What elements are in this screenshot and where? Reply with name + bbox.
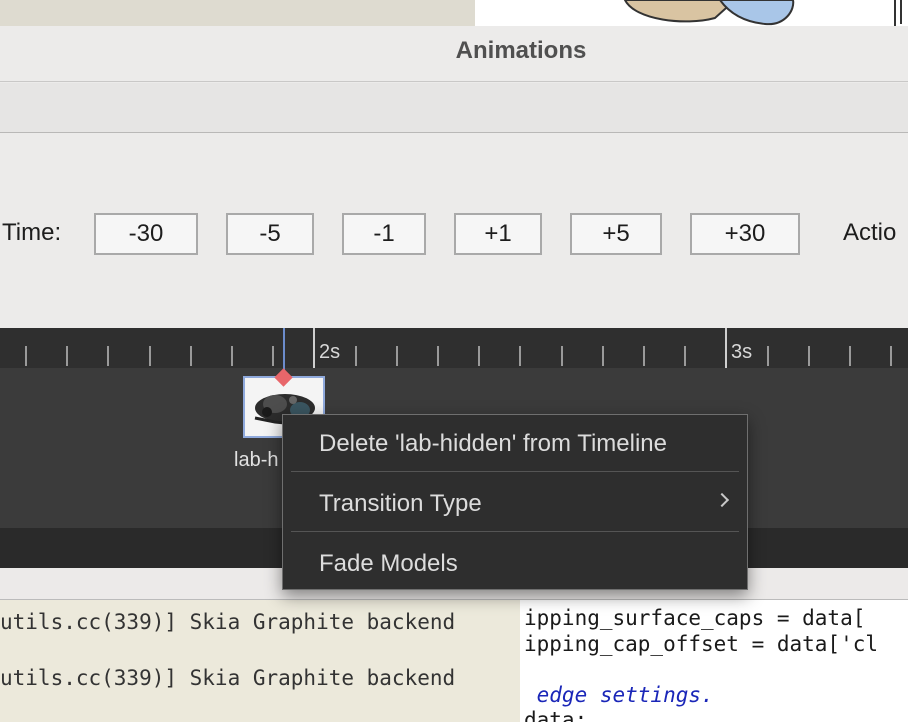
second-label: 2s: [319, 341, 341, 363]
minor-tick: [643, 346, 645, 366]
menu-item-delete-from-timeline[interactable]: Delete 'lab-hidden' from Timeline: [319, 430, 667, 458]
code-line: ipping_cap_offset = data['cl: [524, 632, 879, 656]
minor-tick: [849, 346, 851, 366]
minor-tick: [25, 346, 27, 366]
timeline-ruler[interactable]: 2s 3s: [0, 328, 908, 368]
minor-tick: [190, 346, 192, 366]
minor-tick: [272, 346, 274, 366]
time-plus-1-button[interactable]: +1: [454, 213, 542, 255]
log-line: utils.cc(339)] Skia Graphite backend: [0, 610, 456, 634]
log-line: utils.cc(339)] Skia Graphite backend: [0, 666, 456, 690]
minor-tick: [890, 346, 892, 366]
context-menu: Delete 'lab-hidden' from Timeline Transi…: [282, 414, 748, 590]
minor-tick: [684, 346, 686, 366]
minor-tick: [767, 346, 769, 366]
major-tick: [725, 328, 727, 368]
minor-tick: [149, 346, 151, 366]
code-editor-window: ipping_surface_caps = data[ ipping_cap_o…: [520, 600, 908, 722]
log-window: utils.cc(339)] Skia Graphite backend uti…: [0, 600, 520, 722]
second-label: 3s: [731, 341, 753, 363]
menu-separator: [291, 531, 739, 532]
time-plus-5-button[interactable]: +5: [570, 213, 662, 255]
time-minus-5-button[interactable]: -5: [226, 213, 314, 255]
minor-tick: [66, 346, 68, 366]
background-viewer-window: [475, 0, 908, 28]
minor-tick: [231, 346, 233, 366]
window-title: Animations: [455, 37, 587, 64]
background-window-left: [0, 0, 475, 28]
menu-item-transition-type[interactable]: Transition Type: [319, 490, 482, 518]
minor-tick: [107, 346, 109, 366]
title-bar[interactable]: Animations: [0, 26, 908, 82]
code-comment: edge settings.: [524, 683, 714, 707]
major-tick: [313, 328, 315, 368]
menu-separator: [291, 471, 739, 472]
minor-tick: [808, 346, 810, 366]
clip-label: lab-h: [234, 449, 279, 471]
toolbar: [0, 83, 908, 133]
molecule-graphic: [623, 0, 902, 26]
minor-tick: [561, 346, 563, 366]
time-minus-1-button[interactable]: -1: [342, 213, 426, 255]
minor-tick: [519, 346, 521, 366]
code-line: ipping_surface_caps = data[: [524, 606, 866, 630]
code-line: data:: [524, 708, 588, 722]
minor-tick: [355, 346, 357, 366]
time-plus-30-button[interactable]: +30: [690, 213, 800, 255]
minor-tick: [437, 346, 439, 366]
time-label: Time:: [2, 219, 62, 246]
chevron-right-icon: [714, 492, 730, 508]
time-minus-30-button[interactable]: -30: [94, 213, 198, 255]
minor-tick: [478, 346, 480, 366]
minor-tick: [602, 346, 604, 366]
menu-item-fade-models[interactable]: Fade Models: [319, 550, 458, 578]
action-label: Actio: [843, 219, 897, 246]
minor-tick: [396, 346, 398, 366]
